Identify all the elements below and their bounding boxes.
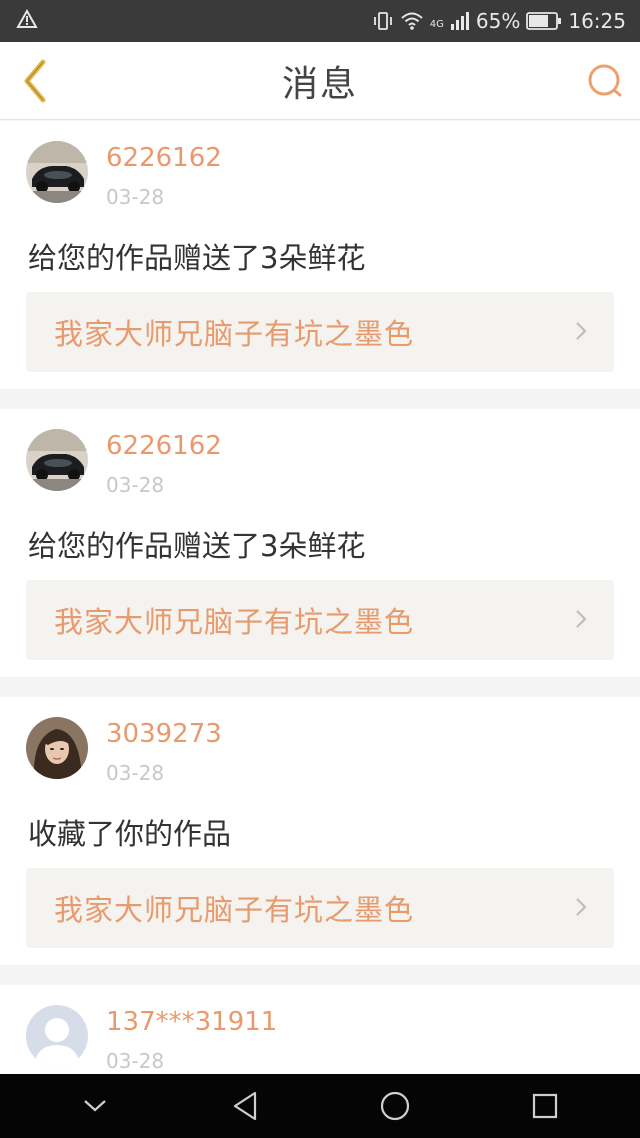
page-title: 消息	[281, 63, 358, 105]
triangle-back-icon	[233, 1091, 257, 1121]
chevron-down-icon	[84, 1100, 106, 1112]
work-title: 我家大师兄脑子有坑之墨色	[54, 317, 415, 351]
message-card: 3039273 03-28 收藏了你的作品 我家大师兄脑子有坑之墨色	[0, 697, 640, 965]
nav-recents-button[interactable]	[515, 1076, 575, 1136]
status-bar: 4G 65% 16:25	[0, 0, 640, 42]
search-button[interactable]	[584, 60, 626, 102]
chevron-right-icon	[574, 892, 588, 925]
avatar[interactable]	[26, 1005, 88, 1067]
avatar[interactable]	[26, 717, 88, 779]
system-nav-bar	[0, 1074, 640, 1138]
chevron-right-icon	[574, 604, 588, 637]
warning-icon	[16, 8, 38, 34]
chevron-right-icon	[574, 316, 588, 349]
username[interactable]: 3039273	[106, 719, 222, 749]
message-text: 给您的作品赠送了3朵鲜花	[28, 529, 366, 563]
message-text: 给您的作品赠送了3朵鲜花	[28, 241, 366, 275]
nav-back-button[interactable]	[215, 1076, 275, 1136]
nav-home-button[interactable]	[365, 1076, 425, 1136]
message-list: 6226162 03-28 给您的作品赠送了3朵鲜花 我家大师兄脑子有坑之墨色 …	[0, 121, 640, 1105]
message-date: 03-28	[106, 473, 165, 497]
signal-icon	[450, 12, 470, 30]
clock: 16:25	[568, 9, 626, 33]
wifi-icon	[400, 11, 424, 31]
network-type-label: 4G	[429, 19, 444, 30]
message-text: 收藏了你的作品	[28, 817, 232, 851]
search-icon	[588, 64, 622, 97]
avatar[interactable]	[26, 141, 88, 203]
vibrate-icon	[372, 11, 394, 31]
chevron-left-icon	[24, 59, 46, 103]
battery-percent: 65%	[475, 9, 521, 33]
back-button[interactable]	[14, 56, 54, 106]
message-date: 03-28	[106, 185, 165, 209]
default-avatar-icon	[26, 1005, 88, 1067]
square-recents-icon	[532, 1093, 558, 1119]
username[interactable]: 137***31911	[106, 1007, 277, 1037]
work-title: 我家大师兄脑子有坑之墨色	[54, 605, 415, 639]
nav-collapse-button[interactable]	[65, 1076, 125, 1136]
username[interactable]: 6226162	[106, 143, 222, 173]
message-date: 03-28	[106, 761, 165, 785]
avatar[interactable]	[26, 429, 88, 491]
battery-icon	[526, 12, 562, 30]
work-link[interactable]: 我家大师兄脑子有坑之墨色	[26, 868, 614, 948]
work-title: 我家大师兄脑子有坑之墨色	[54, 893, 415, 927]
circle-home-icon	[380, 1091, 410, 1121]
username[interactable]: 6226162	[106, 431, 222, 461]
app-header: 消息	[0, 42, 640, 120]
work-link[interactable]: 我家大师兄脑子有坑之墨色	[26, 580, 614, 660]
message-date: 03-28	[106, 1049, 165, 1073]
work-link[interactable]: 我家大师兄脑子有坑之墨色	[26, 292, 614, 372]
message-card: 6226162 03-28 给您的作品赠送了3朵鲜花 我家大师兄脑子有坑之墨色	[0, 409, 640, 677]
message-card: 6226162 03-28 给您的作品赠送了3朵鲜花 我家大师兄脑子有坑之墨色	[0, 121, 640, 389]
